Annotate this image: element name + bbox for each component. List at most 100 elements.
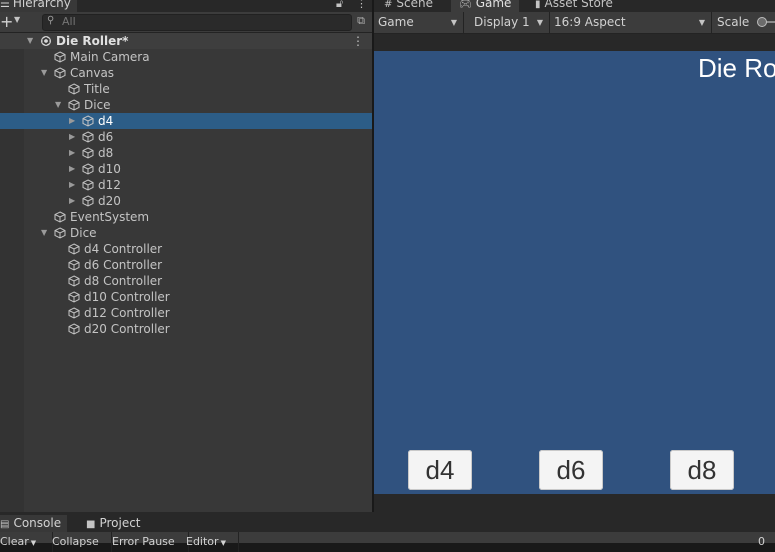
expand-arrow-icon[interactable]: ▼ bbox=[55, 97, 61, 113]
hierarchy-row-label: d8 bbox=[98, 146, 114, 160]
tab-game[interactable]: 🎮︎ Game bbox=[451, 0, 520, 12]
collapse-arrow-icon[interactable]: ▶ bbox=[69, 177, 75, 193]
clear-button[interactable]: Clear ▼ bbox=[0, 532, 53, 552]
hierarchy-row[interactable]: d6 Controller bbox=[0, 257, 372, 273]
hierarchy-row-label: d12 bbox=[98, 178, 121, 192]
aspect-value: 16:9 Aspect bbox=[554, 15, 626, 29]
hierarchy-row-label: Dice bbox=[70, 226, 97, 240]
expand-arrow-icon[interactable]: ▼ bbox=[27, 33, 33, 49]
editor-label: Editor bbox=[186, 535, 219, 548]
hierarchy-row[interactable]: Main Camera bbox=[0, 49, 372, 65]
hierarchy-row-label: d6 bbox=[98, 130, 114, 144]
tab-asset-store[interactable]: ▮ Asset Store bbox=[527, 0, 621, 12]
hierarchy-row[interactable]: ▶ d12 bbox=[0, 177, 372, 193]
list-icon: ☰ bbox=[0, 0, 10, 10]
hierarchy-tab[interactable]: ☰ Hierarchy bbox=[0, 0, 77, 12]
hierarchy-row-label: Canvas bbox=[70, 66, 115, 80]
hierarchy-row[interactable]: ▶ d10 bbox=[0, 161, 372, 177]
hierarchy-row[interactable]: ▼ Dice bbox=[0, 97, 372, 113]
hierarchy-row-label: Title bbox=[84, 82, 110, 96]
hierarchy-row[interactable]: ▼ Dice bbox=[0, 225, 372, 241]
message-count: 0 bbox=[758, 535, 765, 548]
hierarchy-row-label: d6 Controller bbox=[84, 258, 163, 272]
gameobject-cube-icon bbox=[68, 275, 80, 287]
hierarchy-row[interactable]: d10 Controller bbox=[0, 289, 372, 305]
expand-arrow-icon[interactable]: ▼ bbox=[41, 65, 47, 81]
d8-button[interactable]: d8 bbox=[670, 450, 734, 490]
hierarchy-row[interactable]: ▶ d20 bbox=[0, 193, 372, 209]
collapse-arrow-icon[interactable]: ▶ bbox=[69, 145, 75, 161]
chevron-down-icon[interactable]: ▼ bbox=[14, 15, 20, 24]
expand-arrow-icon[interactable]: ▼ bbox=[41, 225, 47, 241]
more-options-icon[interactable]: ⋮ bbox=[356, 0, 367, 10]
d4-button[interactable]: d4 bbox=[408, 450, 472, 490]
folder-icon: ■ bbox=[86, 519, 96, 530]
hierarchy-row[interactable]: ▶ d6 bbox=[0, 129, 372, 145]
error-pause-button[interactable]: Error Pause bbox=[108, 532, 189, 552]
tab-project[interactable]: ■ Project bbox=[80, 515, 147, 532]
gameobject-cube-icon bbox=[54, 51, 66, 63]
gameobject-cube-icon bbox=[54, 211, 66, 223]
hierarchy-row-label: Dice bbox=[84, 98, 111, 112]
hierarchy-row[interactable]: d4 Controller bbox=[0, 241, 372, 257]
console-icon: ▤ bbox=[0, 519, 10, 530]
shopping-bag-icon: ▮ bbox=[535, 0, 541, 10]
scale-label: Scale bbox=[717, 15, 750, 29]
hierarchy-search-input[interactable] bbox=[62, 14, 342, 29]
hierarchy-row[interactable]: d8 Controller bbox=[0, 273, 372, 289]
collapse-arrow-icon[interactable]: ▶ bbox=[69, 113, 75, 129]
gameobject-cube-icon bbox=[68, 83, 80, 95]
collapse-arrow-icon[interactable]: ▶ bbox=[69, 193, 75, 209]
hash-icon: # bbox=[384, 0, 393, 10]
hierarchy-row-label: Main Camera bbox=[70, 50, 150, 64]
lock-icon[interactable]: 🔓︎ bbox=[336, 0, 343, 10]
collapse-button[interactable]: Collapse bbox=[48, 532, 112, 552]
hierarchy-row[interactable]: d20 Controller bbox=[0, 321, 372, 337]
gameobject-cube-icon bbox=[82, 195, 94, 207]
hierarchy-row[interactable]: ▶ d4 bbox=[0, 113, 372, 129]
hierarchy-row[interactable]: EventSystem bbox=[0, 209, 372, 225]
chevron-down-icon: ▼ bbox=[450, 18, 457, 27]
hierarchy-row-label: d8 Controller bbox=[84, 274, 163, 288]
clear-label: Clear bbox=[0, 535, 29, 548]
gameobject-cube-icon bbox=[68, 291, 80, 303]
tab-asset-store-label: Asset Store bbox=[544, 0, 613, 10]
game-title-text: Die Ro bbox=[698, 53, 775, 83]
game-mode-dropdown[interactable]: Game ▼ bbox=[374, 12, 464, 33]
hierarchy-row[interactable]: d12 Controller bbox=[0, 305, 372, 321]
tab-console-label: Console bbox=[13, 516, 62, 530]
scene-root-row[interactable]: ▼ Die Roller* ⋮ bbox=[0, 33, 372, 49]
tab-scene[interactable]: # Scene bbox=[376, 0, 441, 12]
add-button[interactable]: + bbox=[0, 13, 24, 31]
scale-slider-handle[interactable] bbox=[757, 17, 767, 27]
editor-dropdown[interactable]: Editor ▼ bbox=[182, 532, 239, 552]
hierarchy-row[interactable]: ▼ Canvas bbox=[0, 65, 372, 81]
hierarchy-tree: ▼ Die Roller* ⋮ Main Camera ▼ Canvas Title ▼ Dic… bbox=[0, 33, 372, 353]
scale-slider-track[interactable] bbox=[766, 21, 775, 23]
gameobject-cube-icon bbox=[82, 163, 94, 175]
aspect-dropdown[interactable]: 16:9 Aspect ▼ bbox=[550, 12, 712, 33]
gameobject-cube-icon bbox=[82, 147, 94, 159]
collapse-arrow-icon[interactable]: ▶ bbox=[69, 129, 75, 145]
tab-console[interactable]: ▤ Console bbox=[0, 515, 68, 532]
collapse-arrow-icon[interactable]: ▶ bbox=[69, 161, 75, 177]
hierarchy-row-label: EventSystem bbox=[70, 210, 150, 224]
unity-scene-icon bbox=[40, 35, 52, 47]
hierarchy-row-label: d10 bbox=[98, 162, 121, 176]
hierarchy-row[interactable]: Title bbox=[0, 81, 372, 97]
chevron-down-icon: ▼ bbox=[536, 18, 543, 27]
search-icon[interactable]: ⚲ bbox=[47, 15, 54, 26]
game-viewport[interactable]: Die Ro d4 d6 d8 bbox=[374, 51, 775, 494]
tab-scene-label: Scene bbox=[396, 0, 433, 10]
display-dropdown[interactable]: Display 1 ▼ bbox=[470, 12, 550, 33]
game-mode-value: Game bbox=[378, 15, 414, 29]
hierarchy-row-label: d4 bbox=[98, 114, 114, 128]
gameobject-cube-icon bbox=[82, 179, 94, 191]
hierarchy-row[interactable]: ▶ d8 bbox=[0, 145, 372, 161]
d6-button[interactable]: d6 bbox=[539, 450, 603, 490]
hierarchy-row-label: d4 Controller bbox=[84, 242, 163, 256]
more-options-icon[interactable]: ⋮ bbox=[352, 33, 364, 49]
gameobject-cube-icon bbox=[54, 67, 66, 79]
scene-filter-icon[interactable]: ⧉ bbox=[354, 14, 368, 28]
chevron-down-icon: ▼ bbox=[220, 539, 226, 547]
